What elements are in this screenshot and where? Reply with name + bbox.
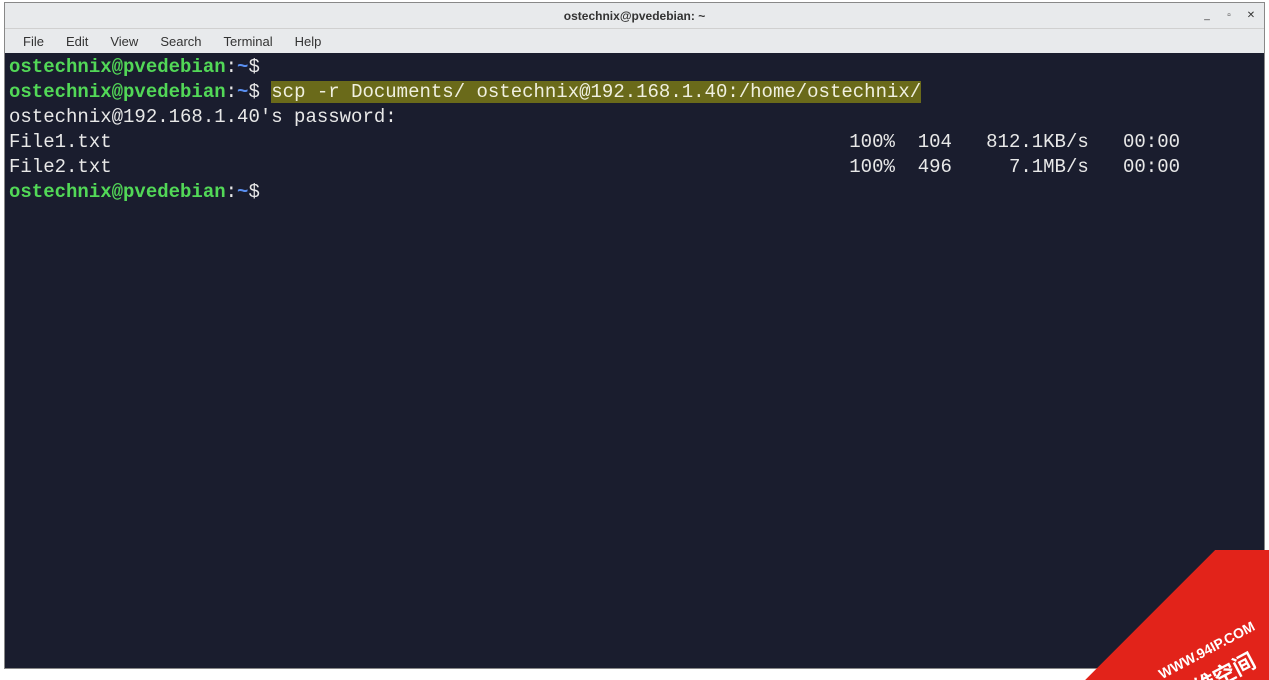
prompt-path: ~: [237, 181, 248, 203]
prompt-userhost: ostechnix@pvedebian: [9, 81, 226, 103]
minimize-button[interactable]: _: [1200, 9, 1214, 23]
prompt-path: ~: [237, 81, 248, 103]
file-percent: 100%: [849, 131, 895, 153]
prompt-symbol: $: [248, 181, 259, 203]
terminal-output[interactable]: ostechnix@pvedebian:~$ostechnix@pvedebia…: [5, 53, 1264, 668]
file-time: 00:00: [1123, 131, 1180, 153]
prompt-line-empty: ostechnix@pvedebian:~$: [9, 180, 1260, 205]
file-name: File1.txt: [9, 130, 112, 155]
file-percent: 100%: [849, 156, 895, 178]
maximize-button[interactable]: ▫: [1222, 9, 1236, 23]
prompt-userhost: ostechnix@pvedebian: [9, 181, 226, 203]
menu-help[interactable]: Help: [285, 32, 332, 51]
file-transfer-row: File1.txt 100% 104 812.1KB/s 00:00: [9, 130, 1260, 155]
close-button[interactable]: ✕: [1244, 9, 1258, 23]
terminal-window: ostechnix@pvedebian: ~ _ ▫ ✕ File Edit V…: [4, 2, 1265, 669]
file-stats: 100% 496 7.1MB/s 00:00: [849, 155, 1260, 180]
window-title: ostechnix@pvedebian: ~: [564, 9, 705, 23]
file-stats: 100% 104 812.1KB/s 00:00: [849, 130, 1260, 155]
prompt-symbol: $: [248, 81, 259, 103]
prompt-userhost: ostechnix@pvedebian: [9, 56, 226, 78]
file-speed: 812.1KB/s: [986, 131, 1089, 153]
file-time: 00:00: [1123, 156, 1180, 178]
menu-edit[interactable]: Edit: [56, 32, 98, 51]
file-size: 104: [918, 131, 952, 153]
menu-file[interactable]: File: [13, 32, 54, 51]
prompt-line-empty: ostechnix@pvedebian:~$: [9, 55, 1260, 80]
prompt-symbol: $: [248, 56, 259, 78]
titlebar[interactable]: ostechnix@pvedebian: ~ _ ▫ ✕: [5, 3, 1264, 29]
menu-view[interactable]: View: [100, 32, 148, 51]
file-size: 496: [918, 156, 952, 178]
menubar: File Edit View Search Terminal Help: [5, 29, 1264, 53]
command-line: ostechnix@pvedebian:~$ scp -r Documents/…: [9, 80, 1260, 105]
menu-search[interactable]: Search: [150, 32, 211, 51]
file-transfer-row: File2.txt 100% 496 7.1MB/s 00:00: [9, 155, 1260, 180]
window-controls: _ ▫ ✕: [1200, 9, 1258, 23]
file-name: File2.txt: [9, 155, 112, 180]
terminal-command: scp -r Documents/ ostechnix@192.168.1.40…: [271, 81, 921, 103]
password-prompt-line: ostechnix@192.168.1.40's password:: [9, 105, 1260, 130]
menu-terminal[interactable]: Terminal: [214, 32, 283, 51]
file-speed: 7.1MB/s: [1009, 156, 1089, 178]
prompt-path: ~: [237, 56, 248, 78]
